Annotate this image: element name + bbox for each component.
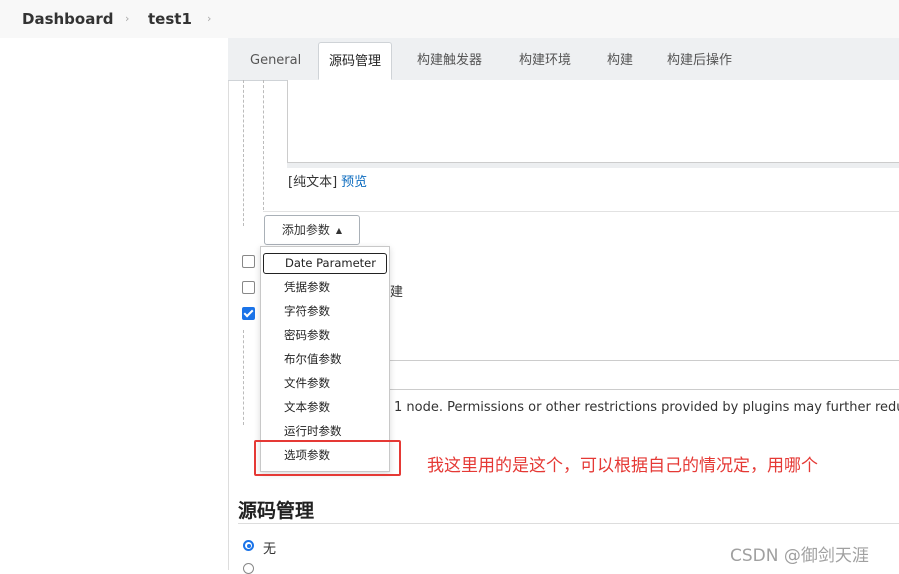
- plain-text-label: [纯文本]: [288, 175, 338, 190]
- tab-general[interactable]: General: [240, 42, 311, 79]
- scm-radio-next[interactable]: [243, 563, 254, 574]
- annotation-note: 我这里用的是这个，可以根据自己的情况定，用哪个: [427, 456, 818, 476]
- option-label-partial: 建: [390, 285, 404, 300]
- scm-section-title: 源码管理: [238, 500, 315, 522]
- add-parameter-button[interactable]: 添加参数 ▲: [264, 215, 360, 245]
- preview-link[interactable]: 预览: [341, 175, 367, 190]
- nesting-guide: [263, 80, 264, 210]
- divider: [263, 211, 899, 212]
- tab-scm[interactable]: 源码管理: [318, 42, 393, 80]
- tab-post-build[interactable]: 构建后操作: [657, 42, 742, 79]
- sidebar-blank: [0, 38, 228, 570]
- tab-build-environment[interactable]: 构建环境: [509, 42, 581, 79]
- chevron-right-icon: ›: [125, 12, 130, 25]
- scm-radio-none[interactable]: [243, 540, 254, 551]
- description-format: [纯文本] 预览: [288, 171, 367, 190]
- breadcrumb-bar: Dashboard › test1 ›: [0, 0, 899, 38]
- menu-item-file[interactable]: 文件参数: [261, 371, 389, 395]
- menu-item-boolean[interactable]: 布尔值参数: [261, 347, 389, 371]
- tab-build[interactable]: 构建: [597, 42, 643, 79]
- option-checkbox-3[interactable]: [242, 307, 255, 320]
- textarea-resize-bar[interactable]: [287, 162, 899, 168]
- breadcrumb-job[interactable]: test1: [148, 10, 192, 28]
- scm-radio-none-label: 无: [263, 542, 277, 557]
- add-parameter-label: 添加参数: [281, 223, 330, 237]
- caret-up-icon: ▲: [335, 225, 343, 235]
- tab-build-triggers[interactable]: 构建触发器: [407, 42, 492, 79]
- section-divider: [238, 523, 899, 524]
- watermark: CSDN @御剑天涯: [730, 546, 869, 566]
- menu-item-text[interactable]: 文本参数: [261, 395, 389, 419]
- chevron-right-icon[interactable]: ›: [207, 12, 211, 25]
- nesting-guide: [243, 80, 244, 226]
- option-checkbox-1[interactable]: [242, 255, 255, 268]
- parameter-type-menu: Date Parameter 凭据参数 字符参数 密码参数 布尔值参数 文件参数…: [260, 246, 390, 472]
- menu-item-string[interactable]: 字符参数: [261, 299, 389, 323]
- node-info-text: 1 node. Permissions or other restriction…: [394, 400, 899, 415]
- breadcrumb-dashboard[interactable]: Dashboard: [22, 10, 113, 28]
- nesting-guide: [243, 330, 244, 425]
- config-tabbar: General 源码管理 构建触发器 构建环境 构建 构建后操作: [228, 38, 899, 81]
- text-input-partial[interactable]: [388, 360, 899, 390]
- menu-item-credentials[interactable]: 凭据参数: [261, 275, 389, 299]
- menu-item-password[interactable]: 密码参数: [261, 323, 389, 347]
- menu-item-date-parameter[interactable]: Date Parameter: [263, 253, 387, 274]
- option-checkbox-2[interactable]: [242, 281, 255, 294]
- description-textarea[interactable]: [287, 80, 899, 163]
- annotation-highlight-box: [254, 440, 401, 476]
